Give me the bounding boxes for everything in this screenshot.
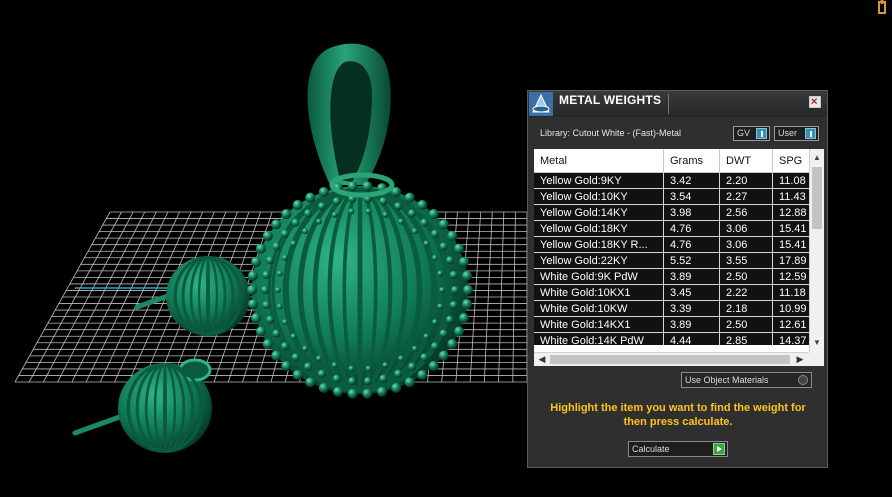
app-logo-icon xyxy=(529,92,553,116)
spg-cell: 12.59 xyxy=(773,269,809,285)
radio-icon xyxy=(798,375,808,385)
table-row[interactable]: White Gold:10KX1 3.45 2.22 11.18 xyxy=(534,285,809,301)
table-row[interactable]: Yellow Gold:14KY 3.98 2.56 12.88 xyxy=(534,205,809,221)
dwt-cell: 2.20 xyxy=(720,173,773,189)
dwt-cell: 2.56 xyxy=(720,205,773,221)
toggle-icon xyxy=(756,128,767,139)
figure-icon xyxy=(878,0,886,14)
spg-cell: 10.99 xyxy=(773,301,809,317)
dwt-cell: 3.06 xyxy=(720,237,773,253)
table-row[interactable]: White Gold:14KX1 3.89 2.50 12.61 xyxy=(534,317,809,333)
dwt-cell: 3.06 xyxy=(720,221,773,237)
grams-cell: 3.45 xyxy=(664,285,720,301)
column-header-spg[interactable]: SPG xyxy=(773,149,813,173)
grams-cell: 4.76 xyxy=(664,221,720,237)
title-divider xyxy=(668,94,669,114)
calculate-label: Calculate xyxy=(632,444,670,454)
vertical-scrollbar[interactable]: ▲ ▼ xyxy=(809,149,824,352)
metal-cell: Yellow Gold:14KY xyxy=(534,205,664,221)
metal-weights-panel: METAL WEIGHTS Library: Cutout White - (F… xyxy=(527,90,828,468)
table-row[interactable]: Yellow Gold:9KY 3.42 2.20 11.08 xyxy=(534,173,809,189)
metal-cell: White Gold:10KW xyxy=(534,301,664,317)
close-icon xyxy=(811,98,818,105)
table-row[interactable]: Yellow Gold:10KY 3.54 2.27 11.43 xyxy=(534,189,809,205)
metal-cell: Yellow Gold:18KY xyxy=(534,221,664,237)
spg-cell: 15.41 xyxy=(773,221,809,237)
small-pendant-front xyxy=(72,358,212,453)
main-pendant xyxy=(247,43,473,399)
dwt-cell: 2.22 xyxy=(720,285,773,301)
calculate-button[interactable]: Calculate xyxy=(628,441,728,457)
dwt-cell: 2.50 xyxy=(720,269,773,285)
use-object-materials-option[interactable]: Use Object Materials xyxy=(681,372,812,388)
use-object-materials-label: Use Object Materials xyxy=(685,375,769,385)
grams-cell: 3.39 xyxy=(664,301,720,317)
column-header-dwt[interactable]: DWT xyxy=(720,149,773,173)
table-row[interactable]: Yellow Gold:18KY 4.76 3.06 15.41 xyxy=(534,221,809,237)
table-header: Metal Grams DWT SPG xyxy=(534,149,813,173)
grams-cell: 5.52 xyxy=(664,253,720,269)
column-header-grams[interactable]: Grams xyxy=(664,149,720,173)
metal-cell: White Gold:10KX1 xyxy=(534,285,664,301)
spg-cell: 11.08 xyxy=(773,173,809,189)
metal-cell: Yellow Gold:10KY xyxy=(534,189,664,205)
metal-cell: Yellow Gold:9KY xyxy=(534,173,664,189)
grams-cell: 3.98 xyxy=(664,205,720,221)
grams-cell: 3.54 xyxy=(664,189,720,205)
play-arrow-icon xyxy=(713,443,725,455)
metal-cell: White Gold:9K PdW xyxy=(534,269,664,285)
spg-cell: 11.43 xyxy=(773,189,809,205)
horizontal-scroll-thumb[interactable] xyxy=(550,355,790,364)
close-button[interactable] xyxy=(809,96,821,108)
grams-cell: 4.76 xyxy=(664,237,720,253)
table-row[interactable]: Yellow Gold:18KY R... 4.76 3.06 15.41 xyxy=(534,237,809,253)
dwt-cell: 2.27 xyxy=(720,189,773,205)
dwt-cell: 3.55 xyxy=(720,253,773,269)
spg-cell: 11.18 xyxy=(773,285,809,301)
table-row[interactable]: White Gold:9K PdW 3.89 2.50 12.59 xyxy=(534,269,809,285)
scrollbar-corner xyxy=(809,352,824,366)
instruction-text: Highlight the item you want to find the … xyxy=(550,402,806,428)
table-row[interactable]: White Gold:14K PdW 4.44 2.85 14.37 xyxy=(534,333,809,345)
metal-weights-table[interactable]: Metal Grams DWT SPG Yellow Gold:9KY 3.42 2… xyxy=(534,149,824,366)
user-toggle[interactable]: User xyxy=(774,126,819,141)
horizontal-scrollbar[interactable]: ◀ ▶ xyxy=(534,352,809,366)
grams-cell: 3.89 xyxy=(664,269,720,285)
user-toggle-label: User xyxy=(778,128,798,138)
vertical-scroll-thumb[interactable] xyxy=(812,167,822,229)
spg-cell: 12.61 xyxy=(773,317,809,333)
panel-titlebar[interactable]: METAL WEIGHTS xyxy=(528,91,827,117)
dwt-cell: 2.18 xyxy=(720,301,773,317)
table-row[interactable]: White Gold:10KW 3.39 2.18 10.99 xyxy=(534,301,809,317)
dwt-cell: 2.85 xyxy=(720,333,773,345)
gv-toggle[interactable]: GV xyxy=(733,126,770,141)
spg-cell: 17.89 xyxy=(773,253,809,269)
scroll-left-icon[interactable]: ◀ xyxy=(535,353,549,366)
metal-cell: Yellow Gold:18KY R... xyxy=(534,237,664,253)
spg-cell: 14.37 xyxy=(773,333,809,345)
scroll-right-icon[interactable]: ▶ xyxy=(793,353,807,366)
table-row[interactable]: Yellow Gold:22KY 5.52 3.55 17.89 xyxy=(534,253,809,269)
dwt-cell: 2.50 xyxy=(720,317,773,333)
table-body: Yellow Gold:9KY 3.42 2.20 11.08 Yellow Gold:… xyxy=(534,173,809,345)
toggle-icon xyxy=(805,128,816,139)
gv-toggle-label: GV xyxy=(737,128,751,138)
metal-cell: Yellow Gold:22KY xyxy=(534,253,664,269)
spg-cell: 15.41 xyxy=(773,237,809,253)
grams-cell: 4.44 xyxy=(664,333,720,345)
metal-cell: White Gold:14K PdW xyxy=(534,333,664,345)
library-label: Library: Cutout White - (Fast)-Metal xyxy=(540,128,682,138)
scroll-down-icon[interactable]: ▼ xyxy=(810,336,824,350)
metal-cell: White Gold:14KX1 xyxy=(534,317,664,333)
scroll-up-icon[interactable]: ▲ xyxy=(810,151,824,165)
grams-cell: 3.89 xyxy=(664,317,720,333)
panel-title: METAL WEIGHTS xyxy=(559,93,662,107)
grams-cell: 3.42 xyxy=(664,173,720,189)
spg-cell: 12.88 xyxy=(773,205,809,221)
column-header-metal[interactable]: Metal xyxy=(534,149,664,173)
